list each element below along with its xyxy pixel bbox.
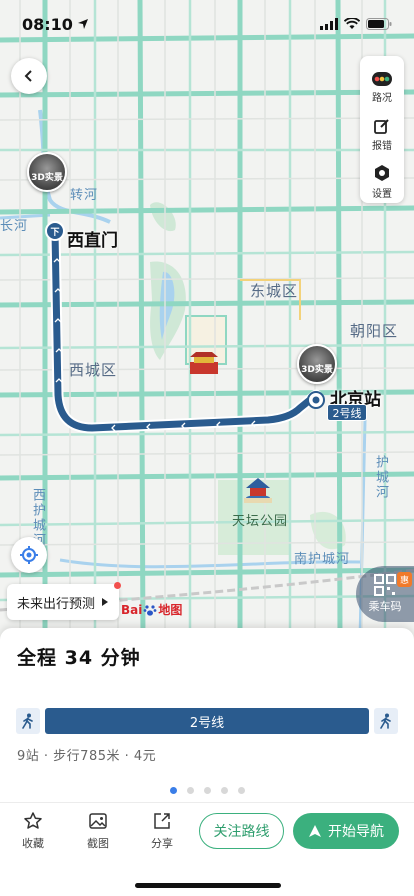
subway-line-segment: 2号线 (45, 708, 369, 734)
map-tool-panel: 路况 报错 设置 (360, 56, 404, 203)
discount-badge: 惠 (397, 572, 412, 587)
route-segments-bar: 2号线 (16, 708, 398, 734)
divider (0, 802, 414, 803)
home-indicator (135, 883, 281, 888)
page-dot[interactable] (220, 787, 228, 794)
logo-map-text: 地图 (158, 603, 183, 617)
chevron-left-icon (24, 70, 32, 82)
screenshot-label: 截图 (87, 837, 109, 850)
location-arrow-icon (77, 19, 88, 29)
district-label-chaoyang: 朝阳区 (350, 322, 399, 340)
station-label-xizhimen[interactable]: 西直门 (67, 226, 118, 251)
battery-icon (366, 18, 392, 30)
edit-icon (374, 118, 389, 134)
travel-forecast-button[interactable]: 未来出行预测 (7, 582, 122, 620)
collect-button[interactable]: 收藏 (13, 811, 53, 851)
walk-segment-start (16, 708, 40, 734)
park-label-tiantan: 天坛公园 (232, 514, 289, 529)
paw-icon (143, 604, 157, 616)
qr-code-icon (374, 574, 396, 596)
pano-3d-beijing-station[interactable]: 3D实景 (297, 344, 337, 384)
route-duration-title: 全程 34 分钟 (17, 647, 141, 669)
logo-baidu-text: Bai (121, 602, 143, 617)
status-time: 08:10 (22, 15, 89, 34)
signal-icon (320, 18, 338, 30)
star-icon (24, 812, 42, 829)
share-icon (154, 813, 170, 829)
river-label-east: 护城河 (373, 455, 388, 500)
walking-icon (380, 713, 391, 729)
notification-dot (114, 582, 122, 589)
action-bar: 收藏 截图 分享 关注路线 开始导航 (0, 811, 414, 855)
traffic-label: 路况 (372, 92, 392, 104)
traffic-light-icon (372, 71, 392, 86)
crosshair-icon (20, 546, 38, 564)
pano-3d-xizhimen[interactable]: 3D实景 (27, 152, 67, 192)
page-dot[interactable] (203, 787, 211, 794)
gear-icon (375, 164, 389, 181)
start-navigation-label: 开始导航 (328, 824, 384, 840)
report-label: 报错 (372, 140, 392, 152)
river-label-zhuanhe: 转河 (70, 188, 99, 203)
map-view[interactable]: 西直门 北京站 下 东城区 西城区 朝阳区 天坛公园 南护城河 西护城河 护城河… (0, 0, 414, 640)
ride-code-button[interactable]: 惠 乘车码 (356, 566, 414, 622)
route-summary: 9站 · 步行785米 · 4元 (17, 749, 157, 764)
back-button[interactable] (11, 58, 47, 94)
wifi-icon (344, 18, 360, 29)
ride-code-label: 乘车码 (368, 600, 402, 613)
settings-label: 设置 (372, 188, 392, 200)
play-arrow-icon (102, 598, 109, 606)
baidu-map-logo: Bai 地图 (121, 601, 182, 618)
locate-button[interactable] (11, 537, 47, 573)
district-label-xicheng: 西城区 (69, 361, 118, 379)
report-error-button[interactable]: 报错 (360, 113, 404, 156)
walk-segment-end (374, 708, 398, 734)
page-dot[interactable] (237, 787, 245, 794)
follow-route-button[interactable]: 关注路线 (199, 813, 284, 849)
walking-icon (22, 713, 33, 729)
page-dot[interactable] (186, 787, 194, 794)
status-time-text: 08:10 (22, 14, 73, 34)
collect-label: 收藏 (22, 837, 44, 850)
navigation-arrow-icon (309, 825, 321, 837)
forecast-label: 未来出行预测 (17, 596, 96, 612)
subway-icon: 下 (50, 228, 60, 238)
district-label-dongcheng: 东城区 (250, 282, 299, 300)
status-bar: 08:10 (0, 0, 414, 48)
traffic-button[interactable]: 路况 (360, 66, 404, 109)
page-dot-active[interactable] (169, 787, 177, 794)
image-icon (89, 813, 107, 829)
river-label-nanhu: 南护城河 (294, 552, 351, 567)
settings-button[interactable]: 设置 (360, 160, 404, 203)
route-detail-sheet[interactable]: 全程 34 分钟 2号线 9站 · 步行785米 · 4元 收藏 截图 分享 关… (0, 628, 414, 896)
share-label: 分享 (151, 837, 173, 850)
share-button[interactable]: 分享 (142, 811, 182, 851)
river-label-changhe: 长河 (0, 219, 29, 234)
route-page-indicator[interactable] (0, 787, 414, 794)
screenshot-button[interactable]: 截图 (78, 811, 118, 851)
line-badge: 2号线 (327, 404, 367, 421)
start-navigation-button[interactable]: 开始导航 (293, 813, 399, 849)
